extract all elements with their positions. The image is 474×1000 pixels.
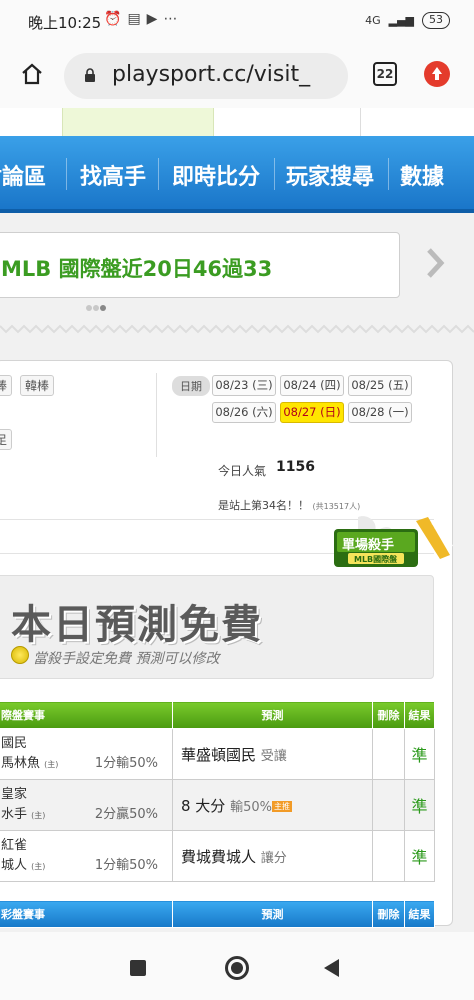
record-banner[interactable]: MLB 國際盤近20日46過33 [0,232,400,298]
recent-apps-button[interactable] [130,960,146,976]
nav-item-experts[interactable]: 找高手 [80,159,146,191]
url-text: playsport.cc/visit_ [112,62,311,87]
zigzag-divider [0,324,474,334]
web-page: 討論區 找高手 即時比分 玩家搜尋 數據 MLB 國際盤近20日46過33 棒 … [0,108,474,932]
pick-team: 費城費城人 [181,847,257,866]
col-header-delete: 刪除 [372,900,405,928]
pick-team: 8 大分 [181,796,226,815]
delete-cell [372,728,405,780]
match-score: 2分贏50% [94,807,158,822]
lock-icon [85,68,95,82]
col-header-event: 彩盤賽事 [0,900,173,928]
nav-item-data[interactable]: 數據 [400,159,444,191]
network-label: 4G [365,14,381,27]
status-time: 晚上10:25 [28,14,102,32]
date-label: 日期 [172,376,210,396]
filter-tag-kbo[interactable]: 韓棒 [20,375,55,396]
filter-tag-baseball[interactable]: 棒 [0,375,13,396]
delete-cell [372,830,405,882]
video-icon: ▶ [146,11,158,27]
free-headline: 本日預測免費 [11,602,263,648]
date-button-selected[interactable]: 08/27 (日) [280,402,344,423]
popularity-label: 今日人氣 [218,464,267,478]
date-button[interactable]: 08/28 (一) [348,402,412,423]
popularity-value: 1156 [276,459,315,475]
date-button[interactable]: 08/24 (四) [280,375,344,396]
filter-tag-football[interactable]: 足 [0,429,13,450]
home-button[interactable] [225,956,249,980]
table-row: 皇家 水手 (主) 2分贏50% 8 大分 輸50% 主推 準 [0,779,435,831]
table-row: 紅雀 城人 (主) 1分輸50% 費城費城人 讓分 準 [0,830,435,882]
col-header-result: 結果 [404,900,435,928]
team-away: 國民 [1,735,28,751]
col-header-pick: 預測 [172,900,373,928]
match-score: 1分輸50% [94,858,158,873]
battery-indicator: 53 [422,12,450,29]
chevron-right-icon[interactable] [420,246,450,280]
date-button[interactable]: 08/26 (六) [212,402,276,423]
back-button[interactable] [324,959,339,977]
delete-cell [372,779,405,831]
nav-item-live-score[interactable]: 即時比分 [172,159,260,191]
result-mark: 準 [404,779,435,831]
killer-badge-subtitle: MLB國際盤 [354,555,398,564]
free-prediction-box: 本日預測免費 當殺手設定免費 預測可以修改 [0,575,434,679]
date-button[interactable]: 08/25 (五) [348,375,412,396]
ball-icon [11,646,29,664]
col-header-result: 結果 [404,701,435,729]
team-home: 城人 [1,857,28,873]
notes-icon: ▤ [127,11,141,27]
featured-badge: 主推 [272,800,292,812]
intl-predictions-table: 際盤賽事 預測 刪除 結果 國民 馬林魚 (主) 1分輸50% 華盛頓國民 受讓… [0,701,435,882]
system-icons: 4G ▂▄▆ 53 [365,12,450,29]
system-nav-bar [0,932,474,1000]
team-home: 水手 [1,806,28,822]
carousel-dots [86,305,106,311]
signal-icon: ▂▄▆ [388,14,414,27]
browser-toolbar: playsport.cc/visit_ 22 [0,44,474,108]
nav-item-forum[interactable]: 討論區 [0,159,46,191]
result-mark: 準 [404,830,435,882]
rank-text: 是站上第34名！！ (共13517人) [218,499,361,512]
nav-item-player-search[interactable]: 玩家搜尋 [286,159,374,191]
top-ad-strip [62,108,214,136]
banner-text: MLB 國際盤近20日46過33 [1,257,273,281]
predictions-panel: 棒 韓棒 足 日期 08/23 (三) 08/24 (四) 08/25 (五) … [0,360,454,928]
free-subtitle: 當殺手設定免費 預測可以修改 [33,651,220,667]
alarm-icon: ⏰ [104,11,122,27]
lottery-predictions-table: 彩盤賽事 預測 刪除 結果 [0,900,435,928]
main-nav: 討論區 找高手 即時比分 玩家搜尋 數據 [0,136,474,213]
killer-badge-title: 單場殺手 [342,538,395,553]
match-score: 1分輸50% [94,756,158,771]
update-icon[interactable] [424,61,450,87]
pick-team: 華盛頓國民 [181,745,257,764]
top-strip [0,108,474,136]
more-icon: ⋯ [163,11,178,27]
team-home: 馬林魚 [1,755,41,771]
col-header-event: 際盤賽事 [0,701,173,729]
team-away: 皇家 [1,786,28,802]
notification-icons: ⏰ ▤ ▶ ⋯ [104,11,177,27]
address-bar[interactable]: playsport.cc/visit_ [64,53,348,99]
status-bar: 晚上10:25 ⏰ ▤ ▶ ⋯ 4G ▂▄▆ 53 [0,0,474,44]
team-away: 紅雀 [1,837,28,853]
table-row: 國民 馬林魚 (主) 1分輸50% 華盛頓國民 受讓 準 [0,728,435,780]
col-header-pick: 預測 [172,701,373,729]
date-button[interactable]: 08/23 (三) [212,375,276,396]
result-mark: 準 [404,728,435,780]
tab-count-button[interactable]: 22 [373,62,397,86]
home-icon[interactable] [20,62,44,86]
col-header-delete: 刪除 [372,701,405,729]
